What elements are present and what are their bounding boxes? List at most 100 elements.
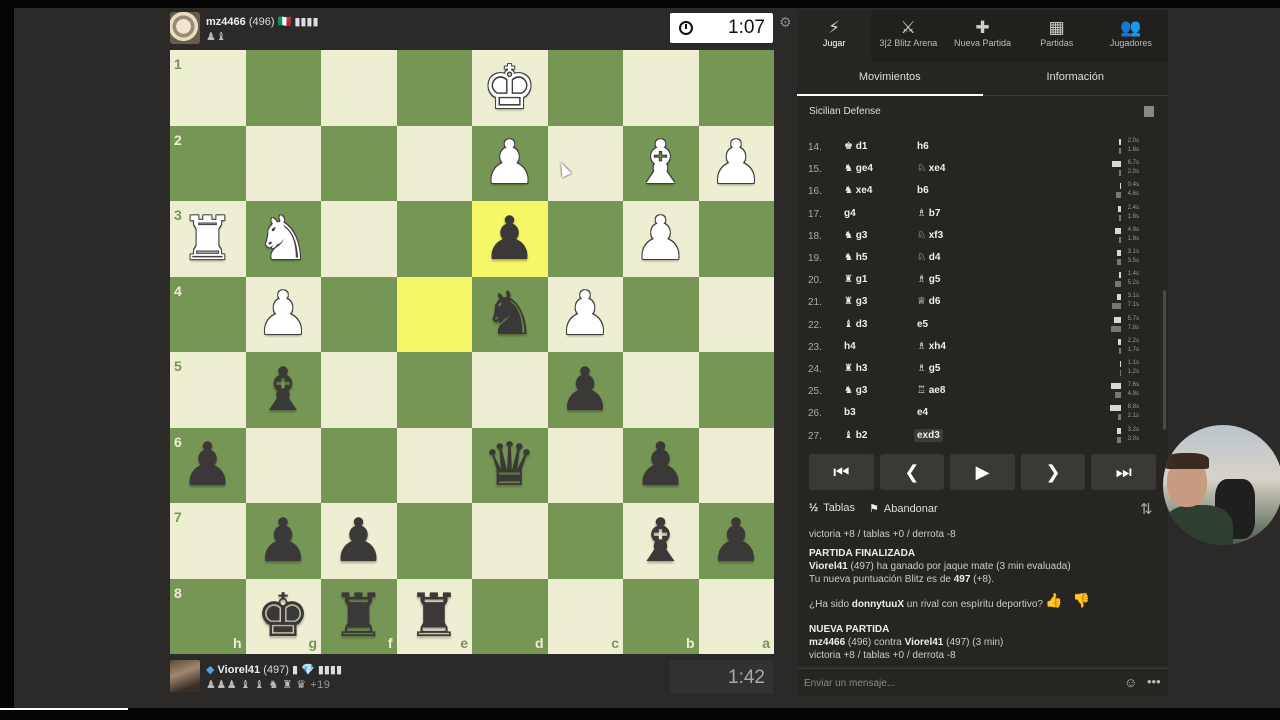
board-square[interactable] [245, 125, 321, 201]
board-square[interactable]: 2 [170, 125, 246, 201]
thumbs-down-icon[interactable]: 👎 [1072, 592, 1089, 608]
board-square[interactable] [547, 50, 623, 126]
board-square[interactable]: ♝ [623, 503, 699, 579]
move-list-scrollbar[interactable] [1163, 290, 1166, 430]
board-square[interactable] [698, 276, 774, 352]
resign-button[interactable]: ⚑ Abandonar [869, 502, 938, 515]
board-square[interactable] [623, 276, 699, 352]
white-move[interactable]: ♝ b2 [844, 430, 867, 441]
board-square[interactable]: a [698, 578, 774, 654]
black-piece[interactable]: ♞ [472, 277, 547, 352]
board-square[interactable] [698, 352, 774, 428]
black-move[interactable]: ♗ b7 [917, 208, 940, 219]
black-piece[interactable]: ♚ [246, 579, 321, 654]
black-piece[interactable]: ♟ [472, 201, 547, 276]
board-square[interactable]: ♝ [623, 125, 699, 201]
book-icon[interactable] [1144, 106, 1154, 117]
black-piece[interactable]: ♟ [321, 503, 396, 578]
board-square[interactable] [698, 50, 774, 126]
first-move-button[interactable]: ⏮ [809, 454, 874, 490]
nav-item[interactable]: 👥 Jugadores [1094, 10, 1168, 62]
board-square[interactable] [396, 352, 472, 428]
board-square[interactable]: 4 [170, 276, 246, 352]
white-piece[interactable]: ♟ [246, 277, 321, 352]
self-username[interactable]: Viorel41 [218, 664, 261, 676]
black-move[interactable]: ♘ xe4 [917, 163, 945, 174]
board-square[interactable] [396, 125, 472, 201]
chat-winner[interactable]: Viorel41 [809, 561, 848, 572]
white-move[interactable]: ♝ d3 [844, 319, 867, 330]
white-piece[interactable]: ♞ [246, 201, 321, 276]
flip-board-icon[interactable]: ⇅ [1140, 500, 1153, 518]
white-move[interactable]: ♞ g3 [844, 230, 867, 241]
chat-p2[interactable]: Viorel41 [905, 637, 944, 648]
white-piece[interactable]: ♟ [699, 126, 774, 201]
board-square[interactable]: d [472, 578, 548, 654]
board-square[interactable]: ♟ [245, 503, 321, 579]
chess-board[interactable]: 1 ♚ 2 ♟ ♝ ♟ 3 ♜ ♞ ♟ ♟ 4 ♟ ♞ ♟ 5 ♝ ♟ 6 ♟ ♛ ♟ 7 ♟ ♟ ♝ ♟ 8 h g ♚ f ♜ e ♜ d c b a [170, 50, 774, 654]
white-move[interactable]: ♞ g3 [844, 385, 867, 396]
black-piece[interactable]: ♜ [397, 579, 472, 654]
white-move[interactable]: g4 [844, 208, 856, 219]
white-piece[interactable]: ♚ [472, 50, 547, 125]
black-move[interactable]: exd3 [914, 428, 943, 442]
board-square[interactable]: 1 [170, 50, 246, 126]
white-move[interactable]: b3 [844, 407, 856, 418]
tab-movimientos[interactable]: Movimientos [797, 62, 983, 96]
board-square[interactable] [396, 276, 472, 352]
board-square[interactable] [321, 276, 397, 352]
white-move[interactable]: ♞ ge4 [844, 163, 873, 174]
black-move[interactable]: ♗ g5 [917, 363, 940, 374]
black-piece[interactable]: ♟ [246, 503, 321, 578]
black-piece[interactable]: ♝ [246, 352, 321, 427]
black-move[interactable]: e4 [917, 407, 928, 418]
board-square[interactable] [472, 352, 548, 428]
nav-item[interactable]: ⚔ 3|2 Blitz Arena [871, 10, 945, 62]
black-move[interactable]: ♖ ae8 [917, 385, 945, 396]
board-square[interactable]: 7 [170, 503, 246, 579]
black-piece[interactable]: ♟ [170, 428, 245, 503]
board-square[interactable] [396, 50, 472, 126]
settings-gear-icon[interactable]: ⚙ [779, 14, 792, 31]
white-move[interactable]: ♜ g3 [844, 296, 867, 307]
board-square[interactable]: ♟ [698, 125, 774, 201]
black-move[interactable]: ♘ d4 [917, 252, 940, 263]
chat-rival-name[interactable]: donnytuuX [852, 599, 904, 610]
board-square[interactable]: ♟ [321, 503, 397, 579]
thumbs-up-icon[interactable]: 👍 [1045, 592, 1062, 608]
white-move[interactable]: h4 [844, 341, 856, 352]
board-square[interactable] [698, 427, 774, 503]
white-move[interactable]: ♜ g1 [844, 274, 867, 285]
black-move[interactable]: e5 [917, 319, 928, 330]
white-move[interactable]: ♚ d1 [844, 141, 867, 152]
board-square[interactable]: ♚ [472, 50, 548, 126]
board-square[interactable]: ♝ [245, 352, 321, 428]
black-piece[interactable]: ♟ [623, 428, 698, 503]
black-move[interactable]: b6 [917, 185, 929, 196]
board-square[interactable]: ♞ [472, 276, 548, 352]
board-square[interactable] [623, 352, 699, 428]
self-avatar[interactable] [170, 660, 200, 692]
black-move[interactable]: ♗ g5 [917, 274, 940, 285]
board-square[interactable] [698, 201, 774, 277]
white-piece[interactable]: ♟ [623, 201, 698, 276]
black-piece[interactable]: ♟ [548, 352, 623, 427]
nav-item[interactable]: ✚ Nueva Partida [945, 10, 1019, 62]
board-square[interactable]: 5 [170, 352, 246, 428]
board-square[interactable]: g ♚ [245, 578, 321, 654]
white-piece[interactable]: ♟ [472, 126, 547, 201]
play-button[interactable]: ▶ [950, 454, 1015, 490]
chat-p1[interactable]: mz4466 [809, 637, 845, 648]
board-square[interactable] [547, 427, 623, 503]
white-piece[interactable]: ♜ [170, 201, 245, 276]
board-square[interactable]: ♟ [472, 125, 548, 201]
black-move[interactable]: ♗ xh4 [917, 341, 946, 352]
black-piece[interactable]: ♟ [699, 503, 774, 578]
board-square[interactable]: 3 ♜ [170, 201, 246, 277]
board-square[interactable]: ♟ [623, 427, 699, 503]
black-move[interactable]: ♘ xf3 [917, 230, 943, 241]
white-piece[interactable]: ♝ [623, 126, 698, 201]
board-square[interactable] [547, 503, 623, 579]
nav-item[interactable]: ⚡ Jugar [797, 10, 872, 62]
board-square[interactable]: ♟ [472, 201, 548, 277]
